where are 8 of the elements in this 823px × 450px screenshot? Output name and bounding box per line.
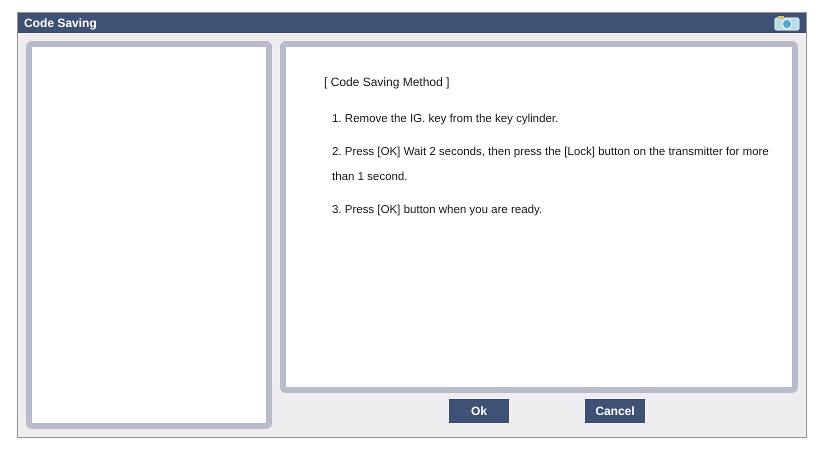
instruction-step: 2. Press [OK] Wait 2 seconds, then press the [Lock] button on the transmitter for more than 1 second. <box>332 140 774 190</box>
camera-icon[interactable] <box>774 15 800 31</box>
window-title: Code Saving <box>24 15 97 32</box>
cancel-button[interactable]: Cancel <box>585 399 645 423</box>
instruction-step: 1. Remove the IG. key from the key cylinder. <box>332 107 774 132</box>
instruction-step: 3. Press [OK] button when you are ready. <box>332 198 774 223</box>
instructions-heading: [ Code Saving Method ] <box>324 74 450 91</box>
ok-button[interactable]: Ok <box>449 399 509 423</box>
